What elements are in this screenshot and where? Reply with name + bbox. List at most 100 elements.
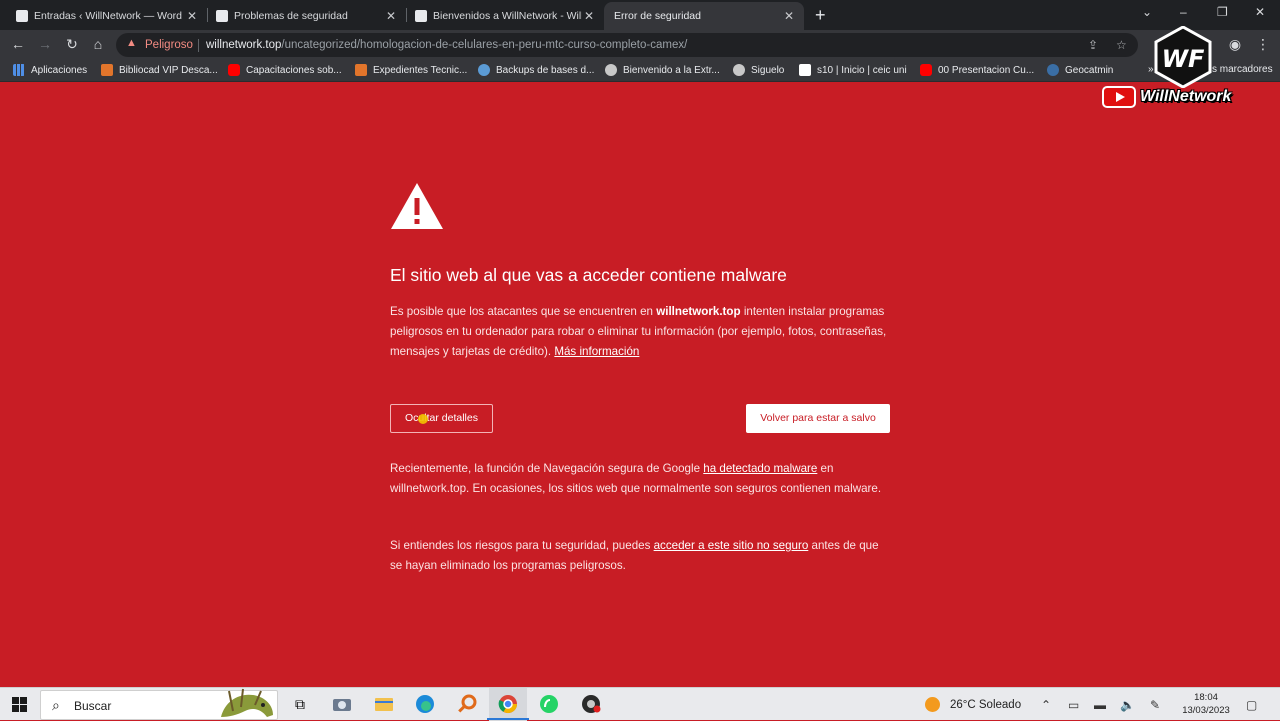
site-host: willnetwork.top — [656, 305, 741, 318]
file-explorer-icon[interactable] — [373, 693, 395, 715]
bibliocad-icon — [101, 64, 113, 76]
bookmark-label: Bienvenido a la Extr... — [623, 64, 720, 76]
battery-icon[interactable]: ▬ — [1094, 698, 1106, 712]
bookmark-geocatmin[interactable]: Geocatmin — [1047, 64, 1113, 76]
warning-icon[interactable]: ▲ — [126, 37, 137, 49]
bookmark-label: 00 Presentacion Cu... — [938, 64, 1035, 76]
reload-icon[interactable]: ↻ — [63, 36, 81, 53]
apps-grid-icon — [13, 64, 25, 76]
taskbar-search[interactable]: ⌕ Buscar — [40, 688, 278, 720]
tab-title: Entradas ‹ WillNetwork — Word — [34, 10, 183, 22]
bookmark-expedientes[interactable]: Expedientes Tecnic... — [355, 64, 467, 76]
proceed-unsafe-link[interactable]: acceder a este sitio no seguro — [654, 539, 809, 552]
close-window-icon[interactable]: ✕ — [1255, 5, 1265, 19]
warning-icon — [391, 183, 443, 229]
maximize-icon[interactable]: ❐ — [1217, 5, 1228, 19]
close-icon[interactable]: ✕ — [582, 9, 596, 23]
minimize-icon[interactable]: – — [1180, 5, 1187, 19]
bookmark-aplicaciones[interactable]: Aplicaciones — [13, 64, 87, 76]
home-icon[interactable]: ⌂ — [89, 36, 107, 52]
details-paragraph: Recientemente, la función de Navegación … — [390, 459, 890, 499]
bookmark-bienvenido[interactable]: Bienvenido a la Extr... — [605, 64, 720, 76]
whatsapp-icon[interactable] — [538, 693, 560, 715]
bookmark-backups[interactable]: Backups de bases d... — [478, 64, 594, 76]
security-status[interactable]: Peligroso — [145, 39, 193, 51]
browser-toolbar: ← → ↻ ⌂ ▲ Peligroso willnetwork.top/unca… — [0, 30, 1280, 60]
task-view-icon[interactable]: ⧉ — [289, 693, 311, 715]
s10-icon — [799, 64, 811, 76]
close-icon[interactable]: ✕ — [782, 9, 796, 23]
tab-error-seguridad[interactable]: Error de seguridad ✕ — [604, 2, 804, 30]
volume-icon[interactable]: 🔈 — [1120, 698, 1135, 712]
notifications-icon[interactable]: ▢ — [1246, 698, 1257, 712]
weather-text: 26°C Soleado — [950, 698, 1022, 711]
hide-details-button[interactable]: Ocultar detalles — [390, 404, 493, 433]
tab-entradas[interactable]: Entradas ‹ WillNetwork — Word ✕ — [0, 2, 207, 30]
details-text: Recientemente, la función de Navegación … — [390, 462, 704, 475]
bookmark-bibliocad[interactable]: Bibliocad VIP Desca... — [101, 64, 218, 76]
tab-title: Problemas de seguridad — [234, 10, 348, 22]
geocatmin-icon — [1047, 64, 1059, 76]
main-message: Es posible que los atacantes que se encu… — [390, 302, 890, 362]
wf-logo-icon: WF — [1154, 26, 1212, 88]
close-icon[interactable]: ✕ — [384, 9, 398, 23]
camera-icon[interactable] — [331, 693, 353, 715]
other-bookmarks[interactable]: s marcadores — [1212, 64, 1273, 75]
new-tab-button[interactable]: + — [815, 5, 826, 26]
tab-title: Bienvenidos a WillNetwork - Will — [433, 10, 582, 22]
mouse-cursor — [418, 414, 428, 424]
bookmark-capacitaciones[interactable]: Capacitaciones sob... — [228, 64, 342, 76]
display-icon[interactable]: ▭ — [1068, 698, 1079, 712]
chrome-icon[interactable] — [487, 693, 529, 720]
message-text: Es posible que los atacantes que se encu… — [390, 305, 657, 318]
tab-search-icon[interactable]: ⌄ — [1142, 5, 1152, 19]
bookmark-label: Backups de bases d... — [496, 64, 595, 76]
page-title: El sitio web al que vas a acceder contie… — [390, 265, 787, 285]
edge-icon[interactable] — [414, 693, 436, 715]
pen-icon[interactable]: ✎ — [1150, 698, 1160, 712]
bookmark-label: Bibliocad VIP Desca... — [119, 64, 218, 76]
bookmark-siguelo[interactable]: Siguelo — [733, 64, 784, 76]
search-app-icon[interactable] — [456, 693, 478, 715]
back-to-safety-button[interactable]: Volver para estar a salvo — [746, 404, 890, 433]
learn-more-link[interactable]: Más información — [554, 345, 639, 358]
sun-icon — [925, 697, 940, 712]
forward-icon[interactable]: → — [36, 36, 54, 52]
wordpress-icon — [216, 10, 228, 22]
star-icon[interactable]: ☆ — [1116, 38, 1127, 52]
bookmark-label: Expedientes Tecnic... — [373, 64, 468, 76]
tab-bienvenidos[interactable]: Bienvenidos a WillNetwork - Will ✕ — [399, 2, 604, 30]
tab-problemas[interactable]: Problemas de seguridad ✕ — [200, 2, 406, 30]
channel-name: WillNetwork — [1140, 88, 1232, 105]
bookmark-presentacion[interactable]: 00 Presentacion Cu... — [920, 64, 1034, 76]
menu-icon[interactable]: ⋮ — [1254, 36, 1272, 53]
clock[interactable]: 18:04 13/03/2023 — [1180, 691, 1232, 717]
bookmark-label: Siguelo — [751, 64, 785, 76]
obs-recorder-icon[interactable] — [580, 693, 602, 715]
tab-strip: Entradas ‹ WillNetwork — Word ✕ Problema… — [0, 0, 1280, 30]
proceed-text: Si entiendes los riesgos para tu segurid… — [390, 539, 654, 552]
search-icon: ⌕ — [52, 697, 60, 713]
back-icon[interactable]: ← — [9, 36, 27, 52]
divider — [198, 39, 199, 52]
bookmark-label: s10 | Inicio | ceic uni — [817, 64, 907, 76]
logo-text: WF — [1162, 45, 1205, 73]
tab-title: Error de seguridad — [614, 10, 701, 22]
malware-detected-link[interactable]: ha detectado malware — [703, 462, 817, 475]
wordpress-icon — [415, 10, 427, 22]
windows-start-icon[interactable] — [12, 697, 27, 712]
url-text[interactable]: willnetwork.top/uncategorized/homologaci… — [206, 39, 687, 51]
address-bar[interactable]: ▲ Peligroso willnetwork.top/uncategorize… — [116, 33, 1138, 57]
weather-widget[interactable]: 26°C Soleado — [925, 697, 1021, 712]
proceed-paragraph: Si entiendes los riesgos para tu segurid… — [390, 536, 890, 576]
chevron-up-icon[interactable]: ⌃ — [1041, 698, 1051, 712]
close-icon[interactable]: ✕ — [185, 9, 199, 23]
profile-icon[interactable]: ◉ — [1226, 36, 1244, 53]
chameleon-search-highlight-icon — [221, 688, 273, 717]
youtube-icon — [920, 64, 932, 76]
globe-icon — [478, 64, 490, 76]
wordpress-icon — [16, 10, 28, 22]
bookmark-s10[interactable]: s10 | Inicio | ceic uni — [799, 64, 907, 76]
windows-taskbar: ⌕ Buscar ⧉ 26°C Soleado ⌃ ▭ ▬ 🔈 ✎ 18:04 … — [0, 687, 1280, 721]
share-icon[interactable]: ⇪ — [1088, 38, 1098, 52]
